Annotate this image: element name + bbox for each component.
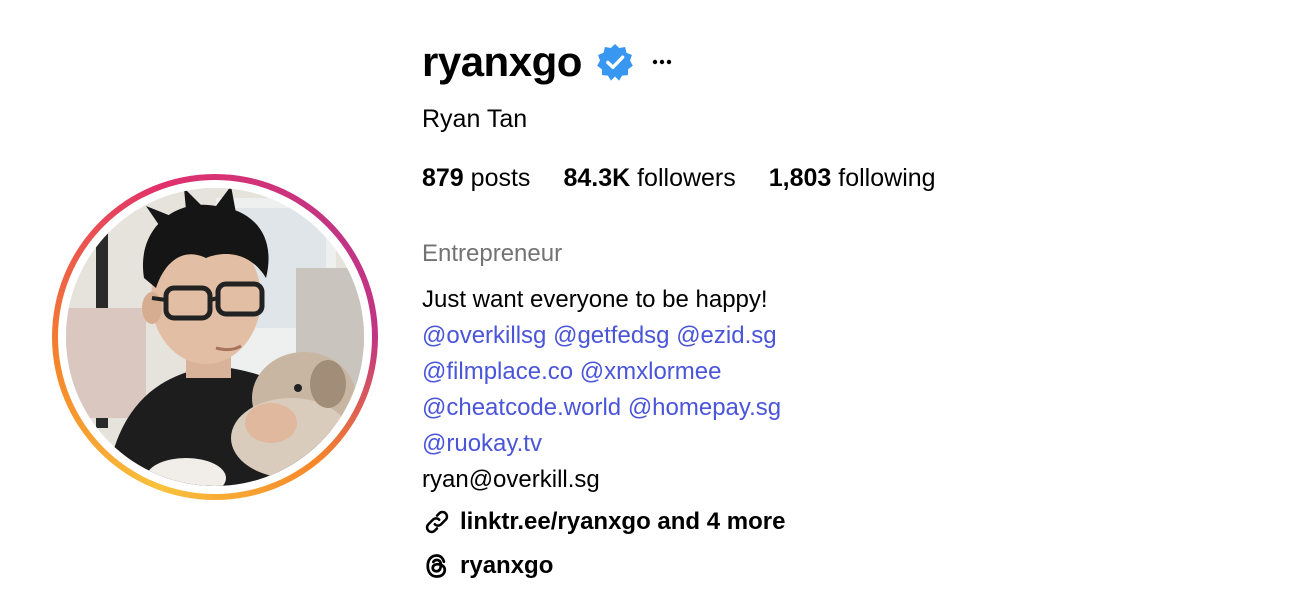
threads-link[interactable]: ryanxgo: [422, 548, 553, 584]
posts-count: 879: [422, 164, 464, 192]
ellipsis-icon[interactable]: [650, 50, 674, 74]
mention-link[interactable]: @ruokay.tv: [422, 430, 542, 457]
mention-link[interactable]: @overkillsg: [422, 322, 546, 349]
avatar-photo: [66, 188, 364, 486]
external-link[interactable]: linktr.ee/ryanxgo and 4 more: [422, 504, 785, 540]
link-icon: [422, 507, 452, 537]
bio-mentions-line: @cheatcode.world @homepay.sg: [422, 390, 781, 426]
following-stat[interactable]: 1,803 following: [769, 162, 936, 194]
external-link-text: linktr.ee/ryanxgo and 4 more: [460, 508, 786, 535]
followers-stat[interactable]: 84.3K followers: [563, 162, 735, 194]
mention-link[interactable]: @filmplace.co: [422, 358, 573, 385]
threads-username: ryanxgo: [460, 552, 554, 579]
mention-link[interactable]: @ezid.sg: [676, 322, 776, 349]
profile-stats: 879 posts 84.3K followers 1,803 followin…: [422, 162, 969, 194]
mention-link[interactable]: @xmxlormee: [580, 358, 722, 385]
bio-email: ryan@overkill.sg: [422, 466, 600, 493]
profile-category: Entrepreneur: [422, 240, 563, 267]
avatar-story-ring[interactable]: [52, 174, 378, 500]
followers-label: followers: [637, 164, 736, 192]
threads-icon: [422, 551, 452, 581]
bio-mentions-line: @ruokay.tv: [422, 426, 781, 462]
bio-text: Just want everyone to be happy!: [422, 286, 768, 313]
mention-link[interactable]: @homepay.sg: [628, 394, 781, 421]
following-count: 1,803: [768, 164, 832, 192]
username: ryanxgo: [422, 38, 582, 85]
mention-link[interactable]: @getfedsg: [553, 322, 669, 349]
following-label: following: [838, 164, 936, 192]
full-name: Ryan Tan: [422, 105, 528, 133]
verified-badge-icon: [596, 43, 634, 81]
username-row: ryanxgo: [422, 38, 674, 86]
avatar-ring-gap: [58, 180, 372, 494]
mention-link[interactable]: @cheatcode.world: [422, 394, 621, 421]
posts-label: posts: [470, 164, 531, 192]
followers-count: 84.3K: [563, 164, 631, 192]
avatar[interactable]: [66, 188, 364, 486]
bio: Just want everyone to be happy! @overkil…: [422, 282, 781, 498]
bio-mentions-line: @overkillsg @getfedsg @ezid.sg: [422, 318, 781, 354]
bio-mentions-line: @filmplace.co @xmxlormee: [422, 354, 781, 390]
posts-stat[interactable]: 879 posts: [422, 162, 530, 194]
